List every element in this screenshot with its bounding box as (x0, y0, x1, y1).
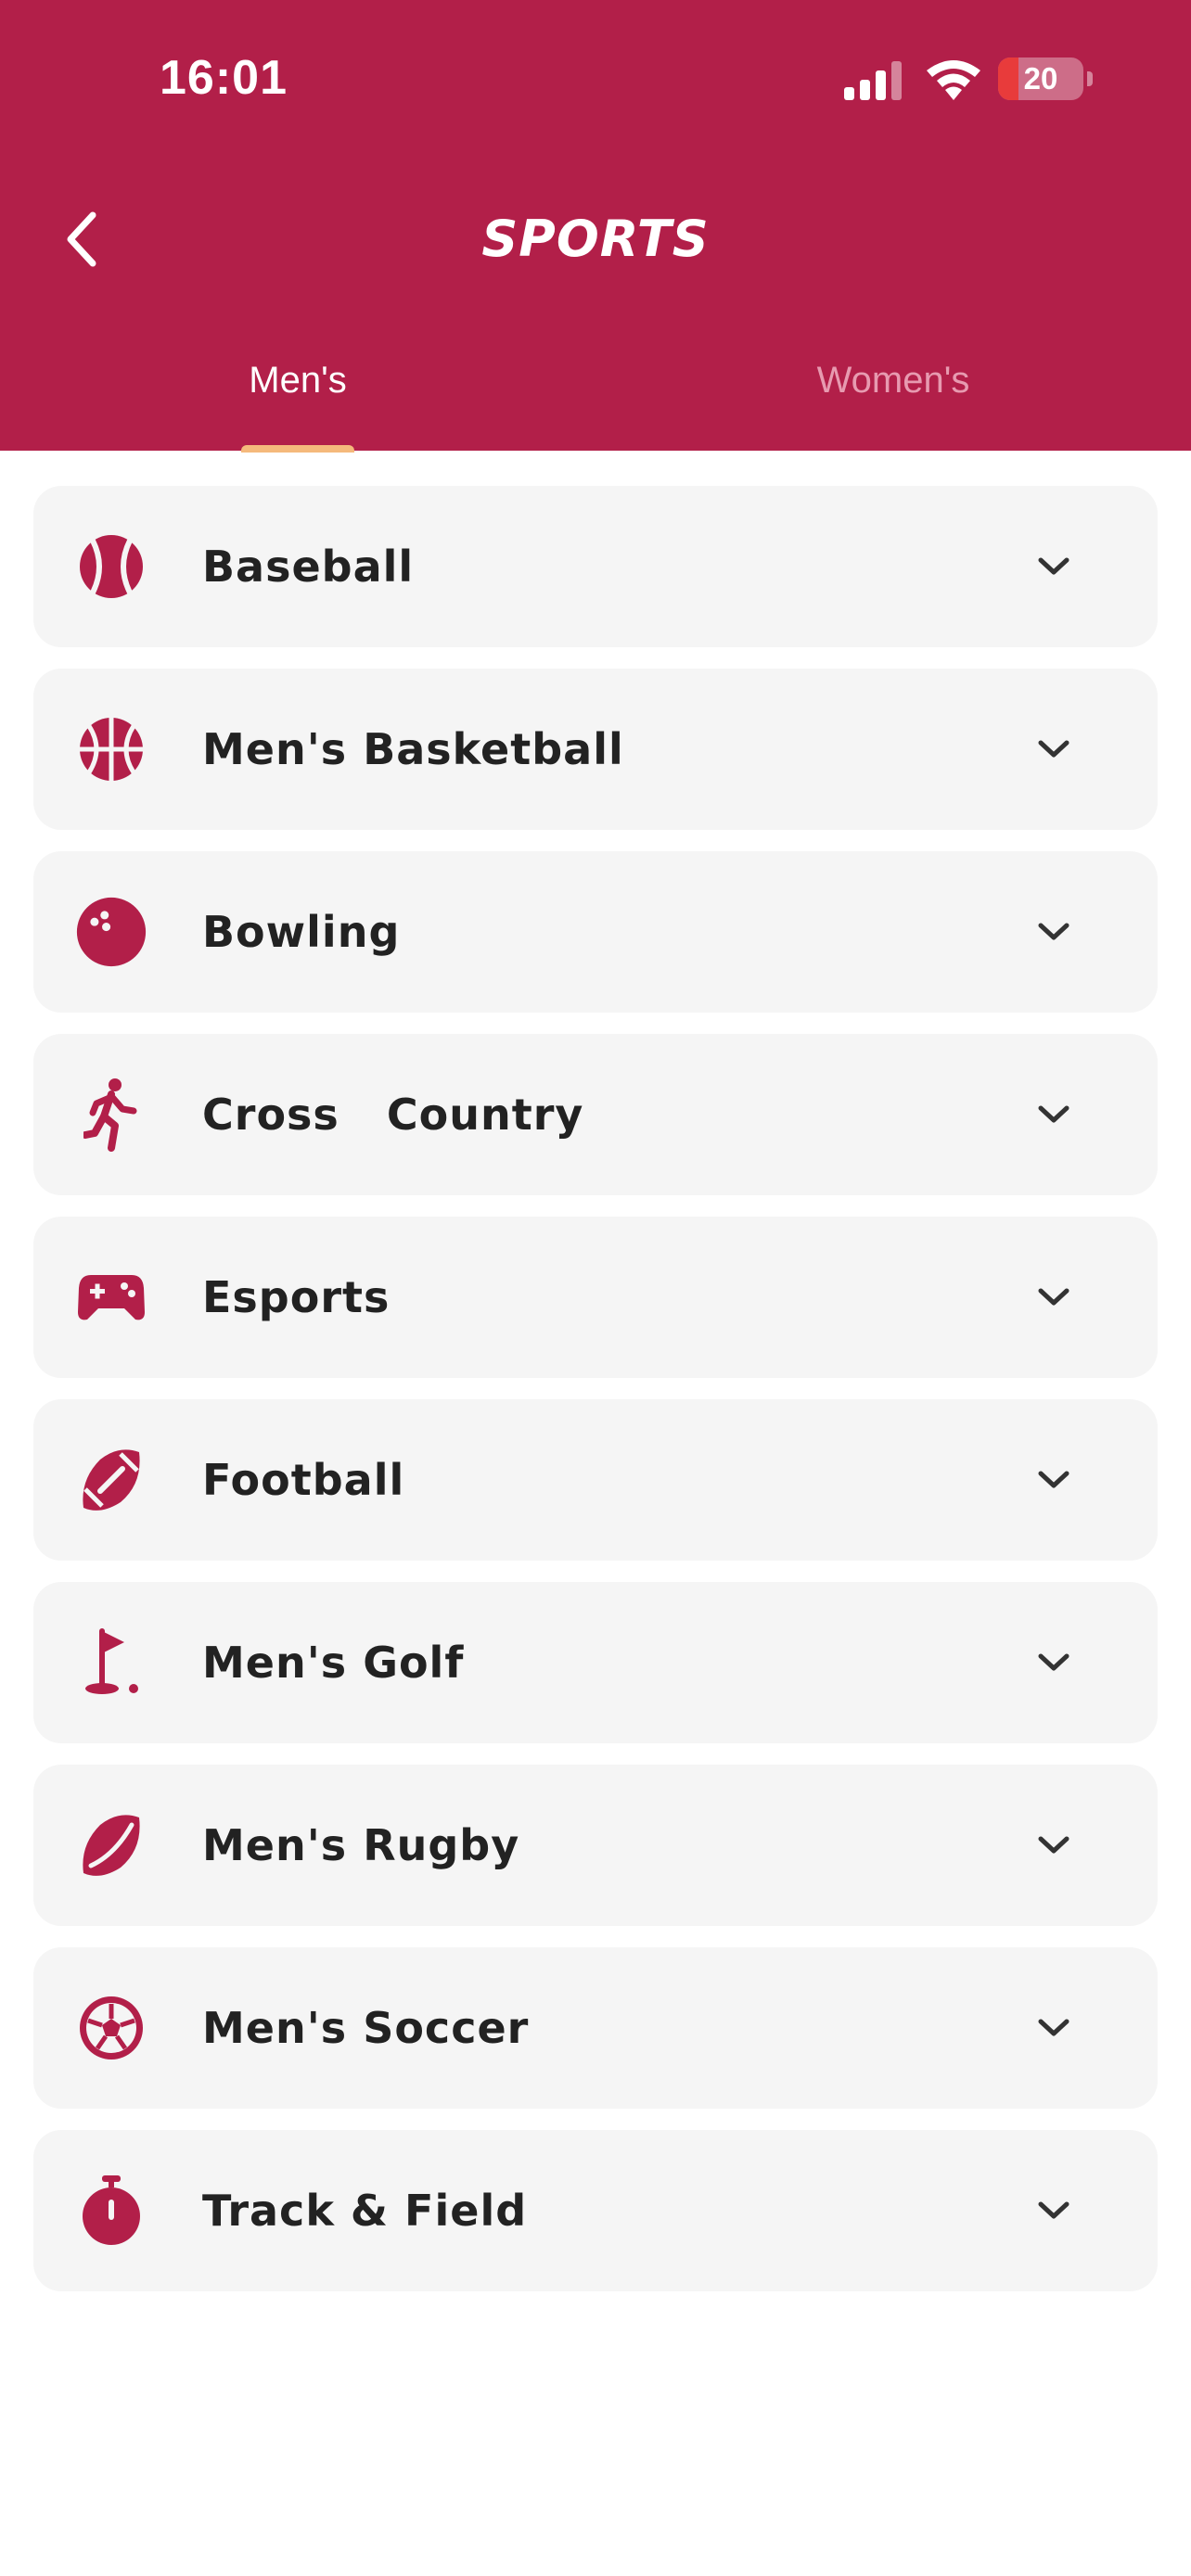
sport-label: Men's Soccer (202, 2003, 530, 2053)
chevron-down-icon (1035, 1279, 1072, 1316)
sport-item-mens-golf[interactable]: Men's Golf (33, 1582, 1158, 1743)
chevron-down-icon (1035, 913, 1072, 950)
status-time: 16:01 (160, 51, 288, 105)
sport-item-mens-rugby[interactable]: Men's Rugby (33, 1765, 1158, 1926)
tab-mens[interactable]: Men's (0, 352, 596, 445)
active-tab-indicator (241, 445, 354, 453)
sport-item-mens-basketball[interactable]: Men's Basketball (33, 669, 1158, 830)
sport-item-football[interactable]: Football (33, 1399, 1158, 1561)
tab-mens-label: Men's (249, 360, 347, 401)
sport-item-track-and-field[interactable]: Track & Field (33, 2130, 1158, 2291)
golf-flag-icon (76, 1627, 147, 1698)
sport-label: Men's Basketball (202, 724, 624, 774)
sport-item-baseball[interactable]: Baseball (33, 486, 1158, 647)
chevron-down-icon (1035, 548, 1072, 585)
battery-icon: 20 (998, 57, 1083, 100)
sport-item-cross-country[interactable]: Cross Country (33, 1034, 1158, 1195)
status-bar: 16:01 20 (0, 0, 1191, 167)
gamepad-icon (76, 1262, 147, 1333)
chevron-down-icon (1035, 2192, 1072, 2229)
battery-cap (1087, 71, 1093, 86)
soccer-ball-icon (76, 1993, 147, 2063)
chevron-down-icon (1035, 1827, 1072, 1864)
rugby-ball-icon (76, 1810, 147, 1881)
wifi-icon (927, 60, 980, 100)
stopwatch-icon (76, 2175, 147, 2246)
chevron-down-icon (1035, 731, 1072, 768)
sport-item-bowling[interactable]: Bowling (33, 851, 1158, 1013)
header: 16:01 20 SPORTS Men's Women's (0, 0, 1191, 453)
chevron-down-icon (1035, 2009, 1072, 2047)
sport-label: Baseball (202, 542, 415, 592)
tab-womens-label: Women's (816, 360, 970, 401)
chevron-down-icon (1035, 1461, 1072, 1498)
sport-label: Men's Golf (202, 1638, 465, 1688)
chevron-down-icon (1035, 1096, 1072, 1133)
signal-icon (844, 61, 902, 100)
tab-womens[interactable]: Women's (596, 352, 1191, 445)
sport-label: Track & Field (202, 2186, 528, 2236)
baseball-icon (76, 531, 147, 602)
battery-level: 20 (1023, 61, 1058, 96)
sport-label: Cross Country (202, 1090, 584, 1140)
sport-item-mens-soccer[interactable]: Men's Soccer (33, 1947, 1158, 2109)
sport-label: Bowling (202, 907, 401, 957)
chevron-down-icon (1035, 1644, 1072, 1681)
sport-label: Esports (202, 1272, 391, 1322)
running-person-icon (76, 1078, 147, 1152)
page-title: SPORTS (481, 210, 710, 268)
bowling-ball-icon (76, 897, 147, 967)
basketball-icon (76, 714, 147, 784)
sport-item-esports[interactable]: Esports (33, 1217, 1158, 1378)
sport-label: Football (202, 1455, 405, 1505)
football-icon (76, 1445, 147, 1515)
sport-label: Men's Rugby (202, 1820, 520, 1870)
